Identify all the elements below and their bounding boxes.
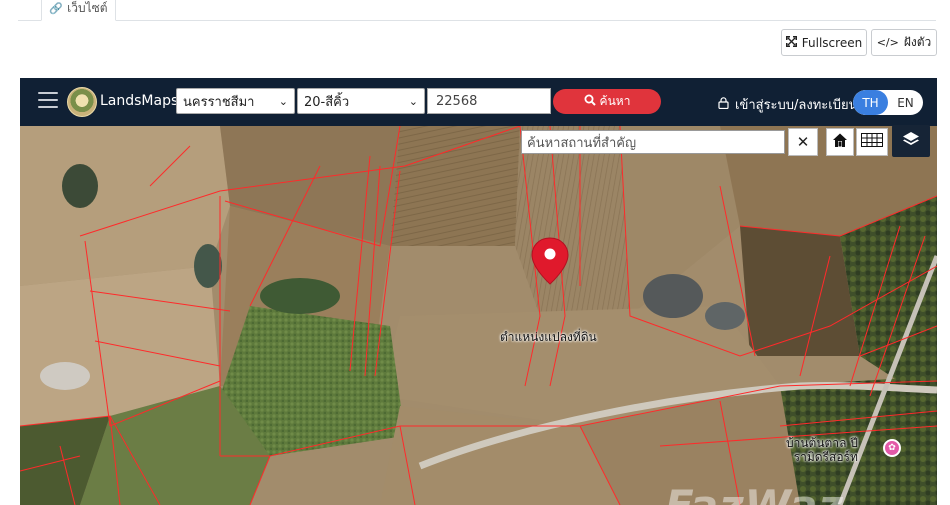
embed-button[interactable]: </> ฝังตัว <box>871 29 937 56</box>
district-select[interactable]: 20-สีคิ้ว ⌄ <box>297 88 425 114</box>
grid-icon <box>861 133 883 151</box>
code-icon: </> <box>876 36 899 49</box>
watermark-logo: FazWaz <box>665 481 844 505</box>
parcel-number-input[interactable]: 22568 <box>427 88 551 114</box>
expand-icon <box>785 35 797 50</box>
brand-name: LandsMaps <box>100 93 179 109</box>
clear-search-button[interactable]: ✕ <box>788 128 818 156</box>
home-button[interactable] <box>826 128 854 156</box>
fullscreen-label: Fullscreen <box>801 35 863 50</box>
tab-website-label: เว็บไซต์ <box>67 0 108 15</box>
search-button[interactable]: ค้นหา <box>553 89 661 114</box>
hamburger-menu-icon[interactable] <box>38 92 58 110</box>
parcel-grid-button[interactable] <box>856 128 888 156</box>
chevron-down-icon: ⌄ <box>408 94 418 108</box>
province-value: นครราชสีมา <box>183 94 255 110</box>
poi-label-line1: บ้านต้นตาล ปี <box>786 436 858 450</box>
fullscreen-button[interactable]: Fullscreen <box>781 29 867 56</box>
close-icon: ✕ <box>796 133 810 151</box>
satellite-map[interactable]: ตำแหน่งแปลงที่ดิน บ้านต้นตาล ปี รามิดรีส… <box>20 126 937 505</box>
lock-icon <box>718 96 729 113</box>
resort-poi-icon[interactable]: ✿ <box>883 439 901 457</box>
tab-divider <box>18 20 936 21</box>
place-search-input[interactable]: ค้นหาสถานที่สำคัญ <box>521 130 785 154</box>
lang-en-button[interactable]: EN <box>888 90 923 115</box>
search-icon <box>584 94 596 109</box>
province-select[interactable]: นครราชสีมา ⌄ <box>176 88 295 114</box>
link-icon: 🔗 <box>49 1 64 15</box>
district-value: 20-สีคิ้ว <box>304 94 350 110</box>
map-embed: LandsMaps นครราชสีมา ⌄ 20-สีคิ้ว ⌄ 22568… <box>20 78 937 505</box>
lang-th-button[interactable]: TH <box>853 90 888 115</box>
embed-label: ฝังตัว <box>903 35 932 49</box>
tab-website[interactable]: 🔗 เว็บไซต์ <box>41 0 116 21</box>
home-icon <box>832 132 848 152</box>
poi-label-line2: รามิดรีสอร์ท <box>793 450 858 464</box>
tab-bar: 🔗 เว็บไซต์ <box>0 0 950 21</box>
login-label: เข้าสู่ระบบ/ลงทะเบียน <box>735 98 858 113</box>
language-toggle: TH EN <box>853 90 923 115</box>
login-link[interactable]: เข้าสู่ระบบ/ลงทะเบียน <box>718 94 857 115</box>
layers-button[interactable] <box>892 125 930 157</box>
layers-icon <box>902 131 920 151</box>
poi-label: บ้านต้นตาล ปี รามิดรีสอร์ท <box>786 436 858 464</box>
pin-label: ตำแหน่งแปลงที่ดิน <box>500 330 597 344</box>
chevron-down-icon: ⌄ <box>278 94 288 108</box>
search-label: ค้นหา <box>599 94 631 108</box>
top-navbar: LandsMaps นครราชสีมา ⌄ 20-สีคิ้ว ⌄ 22568… <box>20 78 937 126</box>
landsmaps-logo <box>67 87 97 117</box>
